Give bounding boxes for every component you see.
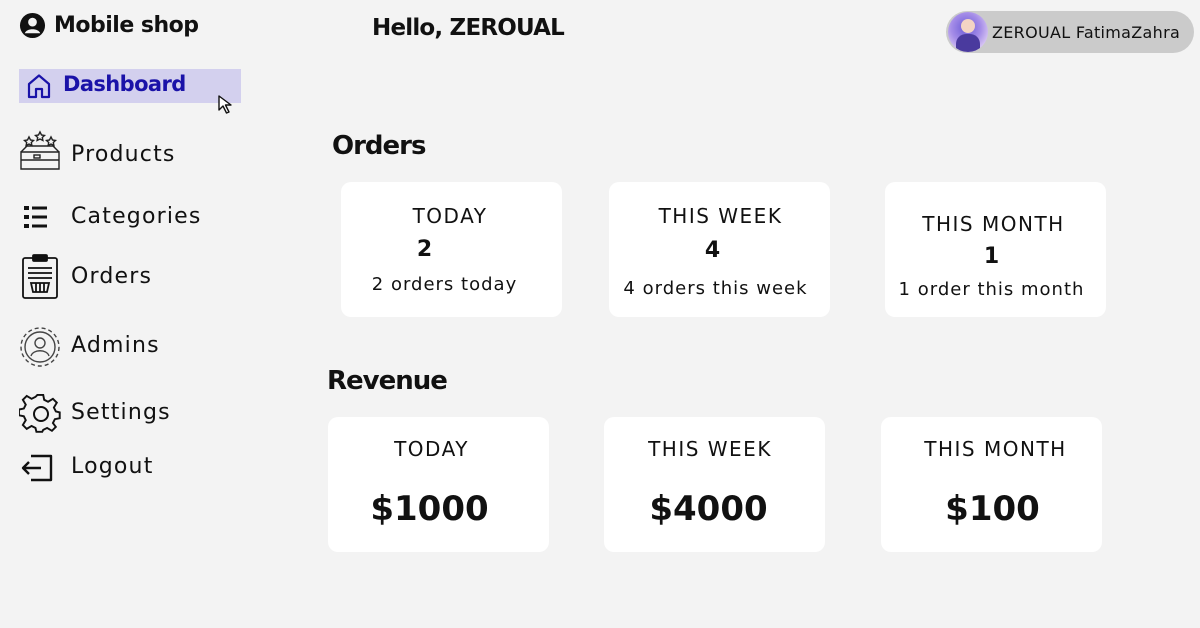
sidebar-item-label: Settings — [71, 400, 171, 425]
order-count: 2 — [416, 237, 433, 262]
user-circle-icon — [19, 12, 46, 39]
card-period: TODAY — [394, 437, 469, 461]
order-count: 1 — [983, 244, 1000, 269]
user-name: ZEROUAL FatimaZahra — [992, 22, 1181, 42]
revenue-amount: $1000 — [370, 489, 489, 529]
order-description: 2 orders today — [371, 274, 518, 295]
sidebar-item-label: Logout — [71, 454, 154, 479]
brand: Mobile shop — [19, 12, 199, 39]
card-period: THIS WEEK — [658, 204, 783, 228]
orders-card-this-week[interactable]: THIS WEEK 4 4 orders this week — [609, 182, 830, 317]
card-period: THIS WEEK — [648, 437, 772, 461]
revenue-card-today[interactable]: TODAY $1000 — [328, 417, 549, 552]
sidebar-item-label: Products — [71, 142, 176, 167]
home-icon — [25, 72, 53, 104]
clipboard-icon — [19, 254, 61, 306]
admin-icon — [19, 325, 63, 375]
mouse-cursor-icon — [218, 95, 232, 114]
sidebar-item-dashboard[interactable]: Dashboard — [19, 69, 241, 103]
orders-card-this-month[interactable]: THIS MONTH 1 1 order this month — [885, 182, 1106, 317]
orders-section-title: Orders — [332, 131, 426, 161]
sidebar-item-label: Orders — [71, 264, 153, 289]
list-icon — [19, 203, 51, 237]
user-profile-pill[interactable]: ZEROUAL FatimaZahra — [946, 11, 1194, 53]
sidebar-item-label: Categories — [71, 204, 202, 229]
sidebar-item-label: Dashboard — [63, 72, 186, 96]
avatar[interactable] — [948, 12, 988, 52]
sidebar-item-label: Admins — [71, 333, 160, 358]
revenue-amount: $100 — [945, 489, 1040, 529]
revenue-section-title: Revenue — [327, 366, 448, 396]
app-title: Mobile shop — [54, 13, 199, 38]
box-icon — [19, 130, 61, 178]
logout-icon — [19, 452, 55, 490]
gear-icon — [18, 393, 63, 440]
orders-card-today[interactable]: TODAY 2 2 orders today — [341, 182, 562, 317]
order-description: 4 orders this week — [623, 278, 808, 299]
card-period: TODAY — [412, 204, 488, 228]
revenue-card-this-month[interactable]: THIS MONTH $100 — [881, 417, 1102, 552]
revenue-amount: $4000 — [649, 489, 768, 529]
order-description: 1 order this month — [898, 279, 1085, 300]
revenue-card-this-week[interactable]: THIS WEEK $4000 — [604, 417, 825, 552]
card-period: THIS MONTH — [924, 437, 1067, 461]
card-period: THIS MONTH — [922, 212, 1065, 236]
greeting: Hello, ZEROUAL — [372, 15, 565, 41]
order-count: 4 — [704, 238, 721, 263]
